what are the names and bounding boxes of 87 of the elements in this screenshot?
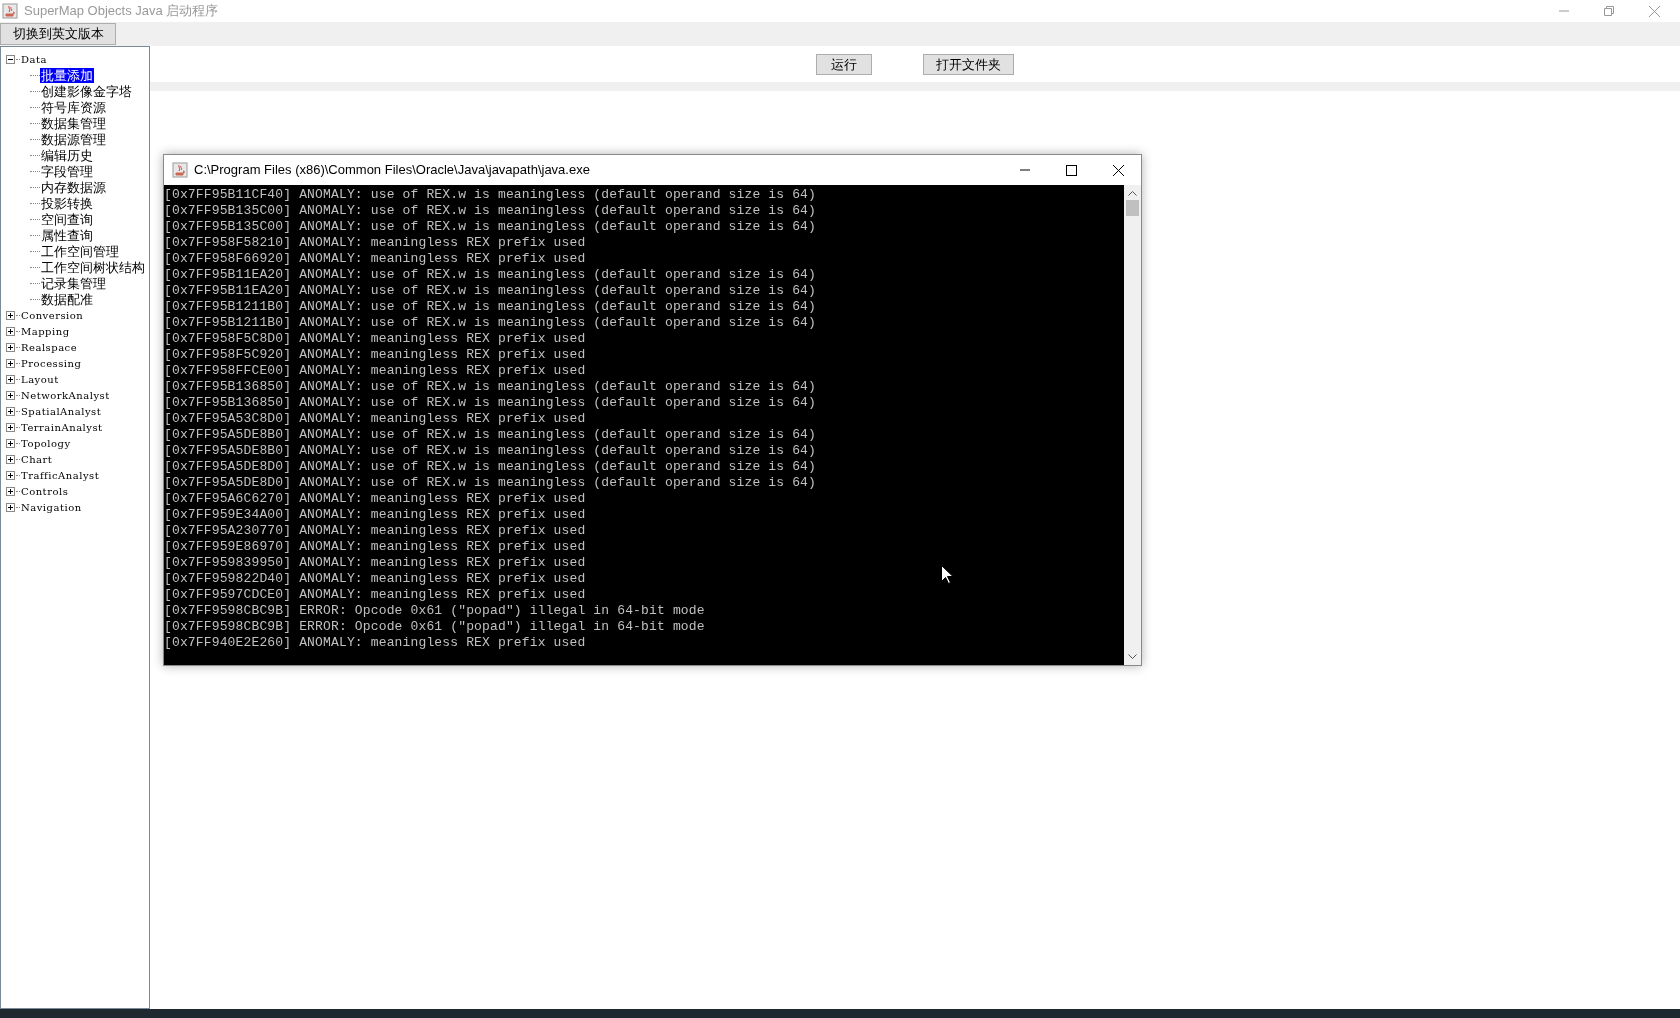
tree-node[interactable]: Layout xyxy=(21,371,59,387)
console-line: [0x7FF958FFCE00] ANOMALY: meaningless REX prefix used xyxy=(164,363,586,379)
console-line: [0x7FF95A53C8D0] ANOMALY: meaningless REX prefix used xyxy=(164,411,586,427)
expand-icon[interactable] xyxy=(6,486,15,496)
expand-icon[interactable] xyxy=(6,502,15,512)
tree-item[interactable]: 创建影像金字塔 xyxy=(40,83,133,99)
close-icon[interactable] xyxy=(1113,164,1124,176)
console-line: [0x7FF95B11CF40] ANOMALY: use of REX.w is meaningless (default operand size is 64) xyxy=(164,187,816,203)
expand-icon[interactable] xyxy=(6,454,15,464)
maximize-icon[interactable] xyxy=(1066,164,1077,176)
tree-item[interactable]: 数据源管理 xyxy=(40,131,107,147)
tree-node[interactable]: Realspace xyxy=(21,339,78,355)
console-line: [0x7FF95B136850] ANOMALY: use of REX.w is meaningless (default operand size is 64) xyxy=(164,379,816,395)
tree-node[interactable]: Chart xyxy=(21,451,53,467)
scroll-up-icon[interactable] xyxy=(1128,190,1137,196)
console-line: [0x7FF9598CBC9B] ERROR: Opcode 0x61 ("popad") illegal in 64-bit mode xyxy=(164,603,705,619)
console-line: [0x7FF95B11EA20] ANOMALY: use of REX.w is meaningless (default operand size is 64) xyxy=(164,283,816,299)
tree-node[interactable]: Controls xyxy=(21,483,69,499)
tree-node[interactable]: Topology xyxy=(21,435,71,451)
scroll-down-icon[interactable] xyxy=(1128,654,1137,660)
tree-node[interactable]: NetworkAnalyst xyxy=(21,387,110,403)
tree-node[interactable]: Mapping xyxy=(21,323,70,339)
console-line: [0x7FF95B136850] ANOMALY: use of REX.w is meaningless (default operand size is 64) xyxy=(164,395,816,411)
tree-item[interactable]: 数据配准 xyxy=(40,291,94,307)
switch-language-button[interactable]: 切换到英文版本 xyxy=(0,23,116,45)
console-line: [0x7FF959E86970] ANOMALY: meaningless REX prefix used xyxy=(164,539,586,555)
console-line: [0x7FF95A5DE8B0] ANOMALY: use of REX.w is meaningless (default operand size is 64) xyxy=(164,443,816,459)
console-line: [0x7FF959839950] ANOMALY: meaningless REX prefix used xyxy=(164,555,586,571)
tree-node[interactable]: Data xyxy=(21,51,47,67)
expand-icon[interactable] xyxy=(6,326,15,336)
expand-icon[interactable] xyxy=(6,470,15,480)
tree-item[interactable]: 工作空间管理 xyxy=(40,243,120,259)
tree-node[interactable]: TrafficAnalyst xyxy=(21,467,100,483)
restore-icon[interactable] xyxy=(1604,6,1614,16)
console-line: [0x7FF95A5DE8B0] ANOMALY: use of REX.w is meaningless (default operand size is 64) xyxy=(164,427,816,443)
console-line: [0x7FF958F5C8D0] ANOMALY: meaningless REX prefix used xyxy=(164,331,586,347)
tree-item[interactable]: 投影转换 xyxy=(40,195,94,211)
tree-item[interactable]: 字段管理 xyxy=(40,163,94,179)
expand-icon[interactable] xyxy=(6,342,15,352)
scrollbar-thumb[interactable] xyxy=(1126,200,1139,216)
console-line: [0x7FF940E2E260] ANOMALY: meaningless REX prefix used xyxy=(164,635,586,651)
java-cup-icon xyxy=(2,3,18,19)
console-line: [0x7FF95A6C6270] ANOMALY: meaningless REX prefix used xyxy=(164,491,586,507)
console-line: [0x7FF958F5C920] ANOMALY: meaningless REX prefix used xyxy=(164,347,586,363)
console-line: [0x7FF9598CBC9B] ERROR: Opcode 0x61 ("popad") illegal in 64-bit mode xyxy=(164,619,705,635)
tree-item[interactable]: 空间查询 xyxy=(40,211,94,227)
collapse-icon[interactable] xyxy=(6,54,15,64)
console-line: [0x7FF95B11EA20] ANOMALY: use of REX.w is meaningless (default operand size is 64) xyxy=(164,267,816,283)
tree-node[interactable]: Conversion xyxy=(21,307,84,323)
tree-item[interactable]: 内存数据源 xyxy=(40,179,107,195)
console-line: [0x7FF9597CDCE0] ANOMALY: meaningless REX prefix used xyxy=(164,587,586,603)
console-line: [0x7FF958F66920] ANOMALY: meaningless REX prefix used xyxy=(164,251,586,267)
console-line: [0x7FF95B1211B0] ANOMALY: use of REX.w is meaningless (default operand size is 64) xyxy=(164,315,816,331)
console-line: [0x7FF95B1211B0] ANOMALY: use of REX.w is meaningless (default operand size is 64) xyxy=(164,299,816,315)
java-cup-icon xyxy=(172,162,188,178)
action-button[interactable]: 打开文件夹 xyxy=(923,53,1014,75)
tree-node[interactable]: TerrainAnalyst xyxy=(21,419,103,435)
tree-item[interactable]: 工作空间树状结构 xyxy=(40,259,146,275)
tree-item[interactable]: 属性查询 xyxy=(40,227,94,243)
expand-icon[interactable] xyxy=(6,310,15,320)
expand-icon[interactable] xyxy=(6,438,15,448)
console-line: [0x7FF95A230770] ANOMALY: meaningless REX prefix used xyxy=(164,523,586,539)
console-line: [0x7FF959822D40] ANOMALY: meaningless REX prefix used xyxy=(164,571,586,587)
console-line: [0x7FF95A5DE8D0] ANOMALY: use of REX.w is meaningless (default operand size is 64) xyxy=(164,475,816,491)
console-line: [0x7FF95B135C00] ANOMALY: use of REX.w is meaningless (default operand size is 64) xyxy=(164,203,816,219)
tree-item[interactable]: 批量添加 xyxy=(40,67,94,83)
expand-icon[interactable] xyxy=(6,406,15,416)
action-button[interactable]: 运行 xyxy=(816,53,872,75)
tree-item[interactable]: 数据集管理 xyxy=(40,115,107,131)
tree-item[interactable]: 符号库资源 xyxy=(40,99,107,115)
expand-icon[interactable] xyxy=(6,358,15,368)
tree-item[interactable]: 编辑历史 xyxy=(40,147,94,163)
expand-icon[interactable] xyxy=(6,390,15,400)
console-line: [0x7FF958F58210] ANOMALY: meaningless REX prefix used xyxy=(164,235,586,251)
scrollbar[interactable] xyxy=(1124,185,1141,665)
tree-node[interactable]: SpatialAnalyst xyxy=(21,403,102,419)
console-line: [0x7FF95B135C00] ANOMALY: use of REX.w is meaningless (default operand size is 64) xyxy=(164,219,816,235)
console-line: [0x7FF959E34A00] ANOMALY: meaningless REX prefix used xyxy=(164,507,586,523)
expand-icon[interactable] xyxy=(6,374,15,384)
console-title: C:\Program Files (x86)\Common Files\Oracle\Java\javapath\java.exe xyxy=(194,161,590,180)
tree-node[interactable]: Processing xyxy=(21,355,82,371)
mouse-cursor-icon xyxy=(941,565,953,584)
console-line: [0x7FF95A5DE8D0] ANOMALY: use of REX.w is meaningless (default operand size is 64) xyxy=(164,459,816,475)
window-title: SuperMap Objects Java 启动程序 xyxy=(24,2,219,21)
expand-icon[interactable] xyxy=(6,422,15,432)
tree-item[interactable]: 记录集管理 xyxy=(40,275,107,291)
tree-node[interactable]: Navigation xyxy=(21,499,82,515)
